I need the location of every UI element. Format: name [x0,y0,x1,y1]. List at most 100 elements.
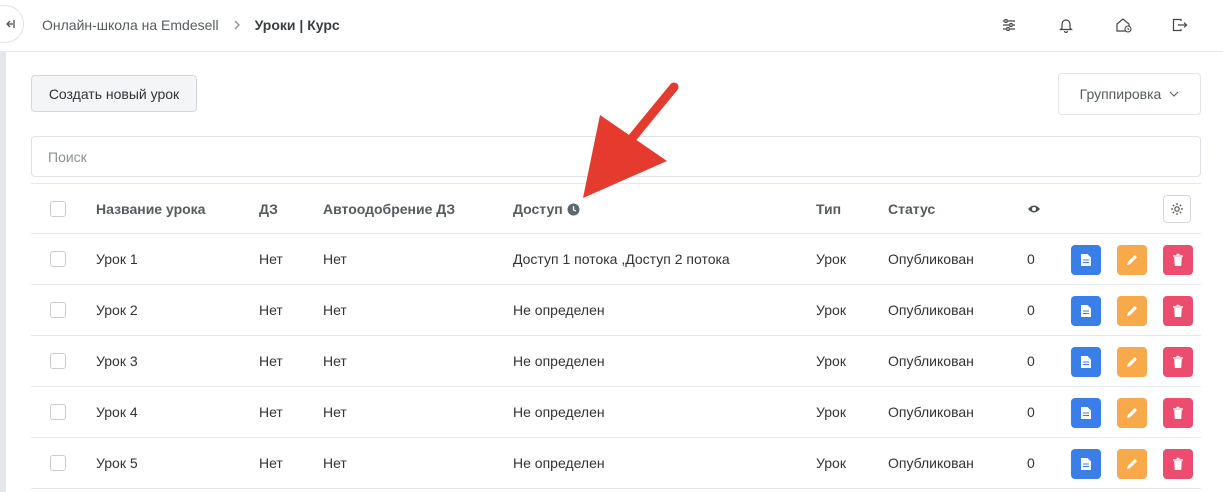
collapse-sidebar-icon [6,20,15,28]
chevron-right-icon [233,19,241,31]
grouping-dropdown[interactable]: Группировка [1058,73,1201,115]
lesson-status: Опубликован [888,251,974,267]
lesson-name[interactable]: Урок 3 [96,336,138,386]
eye-icon[interactable] [1027,184,1041,234]
lesson-status: Опубликован [888,302,974,318]
table-header-row: Название урока ДЗ Автоодобрение ДЗ Досту… [31,183,1201,234]
pencil-icon [1127,306,1137,316]
view-lesson-button[interactable] [1071,296,1101,326]
home-icon[interactable] [1113,14,1135,36]
document-icon [1081,305,1091,317]
trash-icon [1173,457,1183,470]
edit-lesson-button[interactable] [1117,245,1147,275]
lesson-name[interactable]: Урок 5 [96,438,138,488]
collapse-sidebar-button[interactable] [0,5,24,43]
breadcrumb-root[interactable]: Онлайн-школа на Emdesell [42,17,219,33]
table-row[interactable]: Урок 4 Нет Нет Не определен Урок Опублик… [31,387,1201,438]
pencil-icon [1127,255,1137,265]
column-header-access[interactable]: Доступ [513,184,580,234]
lesson-access: Не определен [513,353,605,369]
lesson-views: 0 [1027,455,1035,471]
lesson-auto-approve: Нет [323,302,347,318]
lesson-status: Опубликован [888,404,974,420]
trash-icon [1173,253,1183,266]
lesson-homework: Нет [259,404,283,420]
lesson-type: Урок [816,353,846,369]
document-icon [1081,254,1091,266]
bell-icon[interactable] [1055,14,1077,36]
lesson-type: Урок [816,302,846,318]
document-icon [1081,407,1091,419]
sidebar-rail [0,52,6,492]
lesson-auto-approve: Нет [323,251,347,267]
lesson-type: Урок [816,404,846,420]
row-checkbox[interactable] [50,336,66,386]
edit-lesson-button[interactable] [1117,398,1147,428]
grouping-label: Группировка [1079,86,1162,102]
lesson-access: Доступ 1 потока ,Доступ 2 потока [513,251,730,267]
search-input[interactable] [31,136,1201,177]
view-lesson-button[interactable] [1071,398,1101,428]
lesson-auto-approve: Нет [323,353,347,369]
edit-lesson-button[interactable] [1117,449,1147,479]
sliders-icon[interactable] [998,14,1020,36]
trash-icon [1173,355,1183,368]
row-checkbox[interactable] [50,285,66,335]
document-icon [1081,458,1091,470]
lesson-name[interactable]: Урок 1 [96,234,138,284]
lesson-name[interactable]: Урок 2 [96,285,138,335]
create-lesson-button[interactable]: Создать новый урок [31,75,197,112]
column-header-status[interactable]: Статус [888,184,935,234]
delete-lesson-button[interactable] [1163,398,1193,428]
row-checkbox[interactable] [50,387,66,437]
column-header-auto-approve[interactable]: Автоодобрение ДЗ [323,184,455,234]
column-header-homework[interactable]: ДЗ [259,184,278,234]
delete-lesson-button[interactable] [1163,347,1193,377]
pencil-icon [1127,408,1137,418]
column-header-name[interactable]: Название урока [96,184,205,234]
document-icon [1081,356,1091,368]
breadcrumb: Онлайн-школа на Emdesell Уроки | Курс [42,17,340,33]
lesson-access: Не определен [513,404,605,420]
table-settings-button[interactable] [1163,195,1191,223]
breadcrumb-current: Уроки | Курс [254,17,340,33]
column-header-type[interactable]: Тип [816,184,841,234]
view-lesson-button[interactable] [1071,449,1101,479]
pencil-icon [1127,357,1137,367]
chevron-down-icon [1169,91,1179,97]
lesson-views: 0 [1027,353,1035,369]
lesson-views: 0 [1027,404,1035,420]
edit-lesson-button[interactable] [1117,347,1147,377]
lesson-homework: Нет [259,302,283,318]
column-header-access-label: Доступ [513,201,563,217]
table-row[interactable]: Урок 5 Нет Нет Не определен Урок Опублик… [31,438,1201,489]
clock-icon[interactable] [567,203,580,216]
lessons-table: Название урока ДЗ Автоодобрение ДЗ Досту… [31,183,1201,489]
lesson-views: 0 [1027,302,1035,318]
logout-icon[interactable] [1169,14,1191,36]
row-checkbox[interactable] [50,438,66,488]
lesson-homework: Нет [259,353,283,369]
table-row[interactable]: Урок 3 Нет Нет Не определен Урок Опублик… [31,336,1201,387]
edit-lesson-button[interactable] [1117,296,1147,326]
lesson-name[interactable]: Урок 4 [96,387,138,437]
delete-lesson-button[interactable] [1163,449,1193,479]
select-all-checkbox[interactable] [50,184,66,234]
top-header: Онлайн-школа на Emdesell Уроки | Курс [0,0,1223,52]
view-lesson-button[interactable] [1071,245,1101,275]
view-lesson-button[interactable] [1071,347,1101,377]
table-row[interactable]: Урок 1 Нет Нет Доступ 1 потока ,Доступ 2… [31,234,1201,285]
lesson-access: Не определен [513,302,605,318]
pencil-icon [1127,459,1137,469]
delete-lesson-button[interactable] [1163,296,1193,326]
table-row[interactable]: Урок 2 Нет Нет Не определен Урок Опублик… [31,285,1201,336]
lesson-type: Урок [816,455,846,471]
lesson-type: Урок [816,251,846,267]
lesson-status: Опубликован [888,353,974,369]
lesson-views: 0 [1027,251,1035,267]
delete-lesson-button[interactable] [1163,245,1193,275]
lesson-access: Не определен [513,455,605,471]
row-checkbox[interactable] [50,234,66,284]
lesson-auto-approve: Нет [323,455,347,471]
lesson-status: Опубликован [888,455,974,471]
